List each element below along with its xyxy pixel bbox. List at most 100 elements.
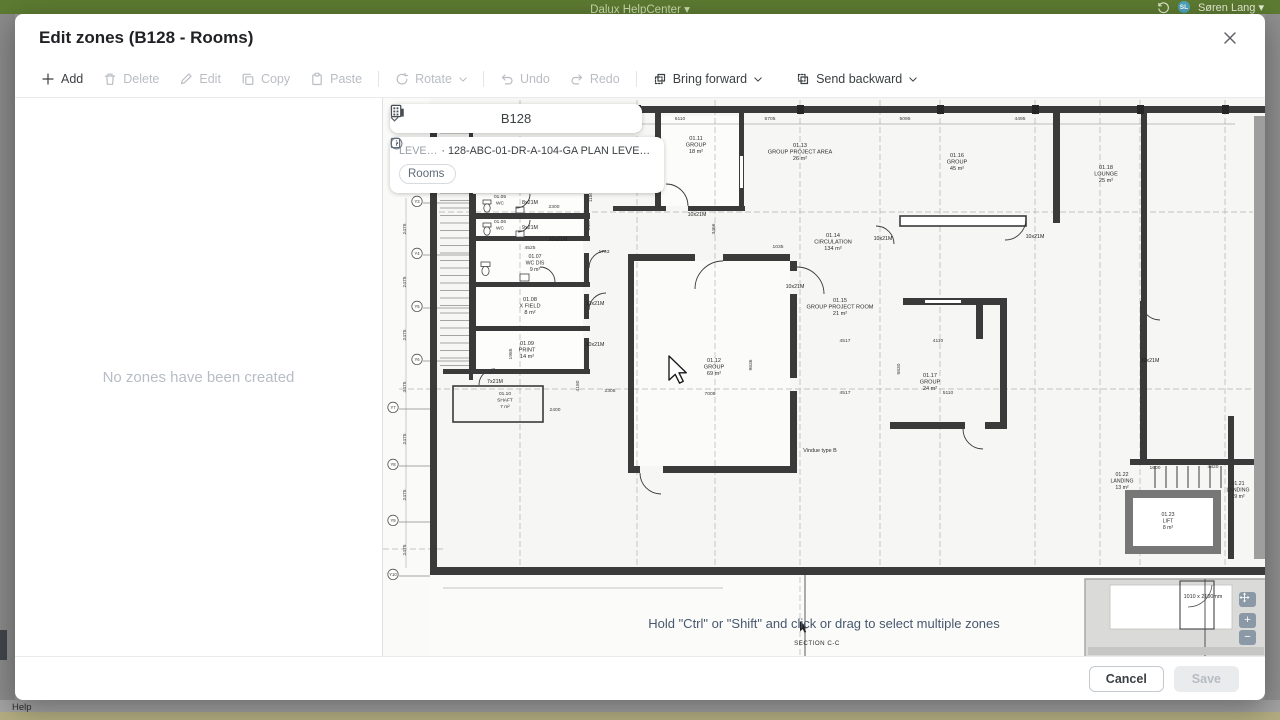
pan-button[interactable] (1239, 592, 1256, 607)
zoom-in-button[interactable]: + (1239, 613, 1256, 628)
history-icon[interactable] (1157, 1, 1170, 14)
rooms-category-label: Rooms (408, 168, 444, 180)
dimension-label: 1985 (508, 348, 514, 359)
dimension-label: 2300 (549, 204, 560, 210)
send-backward-label: Send backward (816, 72, 902, 86)
grid-bubble: Y4 (412, 248, 422, 258)
app-background-right (1265, 14, 1280, 700)
cancel-button[interactable]: Cancel (1089, 666, 1164, 692)
app-top-bar: Dalux HelpCenter ▾ SL Søren Lang ▾ (0, 0, 1280, 14)
dimension-label: 4525 (525, 245, 536, 251)
dimension-label: 3475 (402, 381, 408, 392)
undo-button[interactable]: Undo (490, 66, 560, 92)
floor-plan-canvas[interactable]: Y3Y4Y5Y6Y7Y8Y9Y10 01.05WC01.06WC01.07WC … (383, 98, 1265, 656)
close-button[interactable] (1219, 27, 1241, 49)
pencil-icon (179, 72, 193, 86)
delete-button[interactable]: Delete (93, 66, 169, 92)
toolbar-separator (378, 71, 379, 87)
zoom-out-button[interactable]: − (1239, 630, 1256, 645)
svg-text:Y3: Y3 (414, 199, 420, 204)
dimension-label: 1600 (1150, 465, 1161, 471)
undo-icon (500, 72, 514, 86)
undo-label: Undo (520, 72, 550, 86)
rotate-button[interactable]: Rotate (385, 66, 477, 92)
svg-text:Y6: Y6 (414, 357, 420, 362)
paste-label: Paste (330, 72, 362, 86)
add-button[interactable]: Add (31, 66, 93, 92)
grid-bubble: Y8 (388, 459, 398, 469)
copy-label: Copy (261, 72, 290, 86)
door-size-label: 10x21M (1141, 358, 1160, 364)
dimension-label: 2475 (402, 489, 408, 500)
dimension-label: 2305 (605, 388, 616, 394)
dimension-label: 2475 (402, 276, 408, 287)
door-size-label: 10x21M (1026, 234, 1045, 240)
plan-note: SECTION C-C (794, 640, 840, 647)
toolbar-separator (636, 71, 637, 87)
copy-button[interactable]: Copy (231, 66, 300, 92)
rotate-label: Rotate (415, 72, 452, 86)
dialog-footer: Cancel Save (15, 656, 1265, 700)
dimension-label: 4110 (933, 338, 944, 344)
door-icon (390, 137, 401, 149)
room-label: 01.23LIFT8 m² (1162, 512, 1175, 531)
building-selector[interactable]: B128 (390, 104, 642, 133)
svg-text:Y10: Y10 (389, 572, 397, 577)
edit-button[interactable]: Edit (169, 66, 231, 92)
dimension-label: 2475 (402, 329, 408, 340)
door-size-label: 10x21M (874, 236, 893, 242)
grid-bubble: Y7 (388, 402, 398, 412)
app-background-strip (0, 712, 1280, 720)
dimension-label: 5705 (765, 116, 776, 122)
user-menu[interactable]: Søren Lang ▾ (1198, 1, 1264, 14)
chevron-down-icon[interactable] (754, 77, 762, 82)
level-label: LEVE… (399, 145, 437, 157)
dialog-title: Edit zones (B128 - Rooms) (39, 28, 253, 48)
dimension-label: 4495 (1015, 116, 1026, 122)
chevron-down-icon[interactable] (459, 77, 467, 82)
dimension-label: 5830 (896, 363, 902, 374)
app-background-bottom (0, 700, 1280, 712)
door-size-label: 9x21M (522, 225, 538, 231)
toolbar-separator (483, 71, 484, 87)
drawing-info-card: LEVE… · 128-ABC-01-DR-A-104-GA PLAN LEVE… (390, 137, 664, 193)
door-size-label: 10x21M (586, 342, 605, 348)
dimension-label: 2475 (402, 544, 408, 555)
svg-text:Y7: Y7 (390, 405, 396, 410)
svg-text:Y5: Y5 (414, 304, 420, 309)
grid-bubble: Y3 (412, 196, 422, 206)
dimension-label: 1035 (773, 244, 784, 250)
help-link[interactable]: Help (12, 702, 32, 713)
dimension-label: 4820 (1208, 464, 1219, 470)
send-backward-icon (796, 72, 810, 86)
grid-bubble: Y9 (388, 515, 398, 525)
paste-button[interactable]: Paste (300, 66, 372, 92)
empty-state-message: No zones have been created (103, 369, 295, 386)
dimension-label: 7005 (705, 391, 716, 397)
room-label: 01.09PRINT14 m² (519, 341, 536, 360)
bring-forward-icon (653, 72, 667, 86)
rooms-category-chip[interactable]: Rooms (399, 164, 456, 184)
dimension-label: 4517 (840, 338, 851, 344)
door-size-label: 10x21M (586, 301, 605, 307)
drawing-name: · 128-ABC-01-DR-A-104-GA PLAN LEVE… (441, 145, 650, 157)
chevron-down-icon (390, 116, 399, 122)
grid-bubble: Y6 (412, 354, 422, 364)
bring-forward-button[interactable]: Bring forward (643, 66, 772, 92)
grid-bubble: Y10 (388, 569, 398, 579)
save-button[interactable]: Save (1174, 666, 1239, 692)
svg-text:Y4: Y4 (414, 251, 420, 256)
bring-forward-label: Bring forward (673, 72, 747, 86)
pan-icon (1239, 592, 1250, 603)
chevron-down-icon[interactable] (909, 77, 917, 82)
send-backward-button[interactable]: Send backward (786, 66, 927, 92)
avatar: SL (1178, 1, 1190, 13)
app-sidebar-fragment (0, 630, 7, 660)
copy-icon (241, 72, 255, 86)
redo-button[interactable]: Redo (560, 66, 630, 92)
dimension-label: 6110 (675, 116, 686, 122)
redo-icon (570, 72, 584, 86)
dimension-label: 1763 (599, 249, 610, 255)
dialog-header: Edit zones (B128 - Rooms) (15, 14, 1265, 61)
dimension-label: 3466 (711, 223, 717, 234)
